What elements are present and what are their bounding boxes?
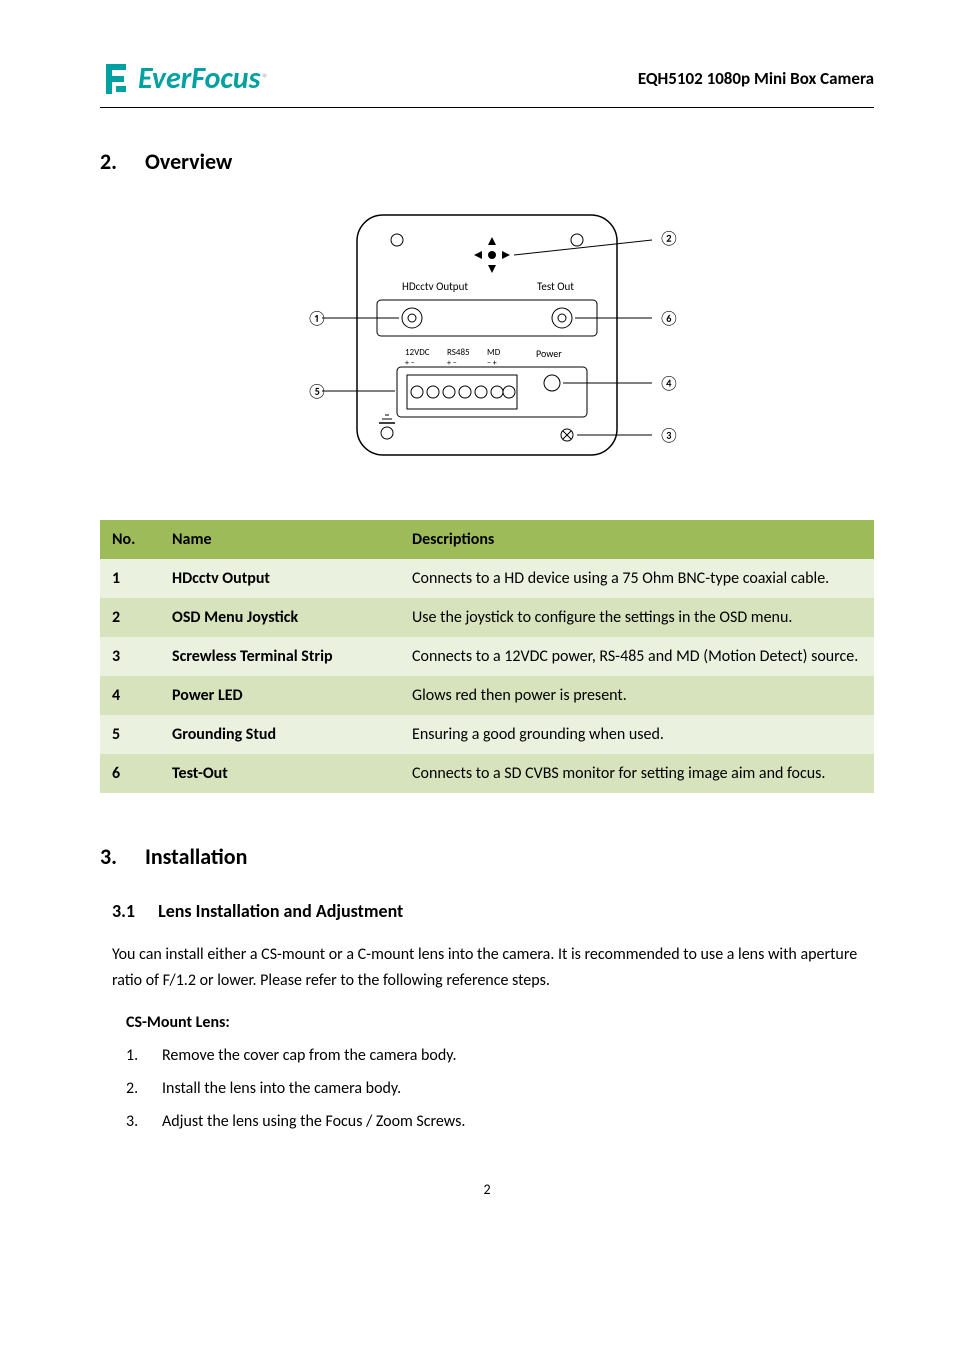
logo-text: EverFocus	[138, 60, 260, 97]
th-name: Name	[160, 520, 400, 559]
section-3-heading: 3. Installation	[100, 843, 874, 870]
section-3-title: Installation	[145, 843, 247, 870]
callout-1: ①	[307, 310, 327, 328]
page-header: EverFocus® EQH5102 1080p Mini Box Camera	[100, 60, 874, 108]
th-desc: Descriptions	[400, 520, 874, 559]
table-row: 5 Grounding Stud Ensuring a good groundi…	[100, 715, 874, 754]
list-item: 2. Install the lens into the camera body…	[126, 1079, 874, 1098]
power-label: Power	[536, 347, 562, 360]
subsection-3-1-title: Lens Installation and Adjustment	[158, 900, 403, 922]
subsection-3-1-body: You can install either a CS-mount or a C…	[112, 942, 874, 993]
section-2-number: 2.	[100, 148, 140, 175]
test-out-label: Test Out	[537, 280, 574, 293]
overview-diagram: HDcctv Output Test Out 12VDC RS485 MD Po…	[100, 205, 874, 470]
page-number: 2	[100, 1181, 874, 1198]
callout-6: ⑥	[659, 310, 679, 328]
subsection-3-1-number: 3.1	[112, 900, 154, 922]
list-item: 1. Remove the cover cap from the camera …	[126, 1046, 874, 1065]
table-row: 4 Power LED Glows red then power is pres…	[100, 676, 874, 715]
trademark-symbol: ®	[262, 72, 268, 86]
section-2-heading: 2. Overview	[100, 148, 874, 175]
hdcctv-output-label: HDcctv Output	[402, 280, 468, 293]
section-2-title: Overview	[145, 148, 232, 175]
callout-5: ⑤	[307, 383, 327, 401]
callout-3: ③	[659, 427, 679, 445]
brand-logo: EverFocus®	[100, 60, 268, 97]
table-row: 6 Test-Out Connects to a SD CVBS monitor…	[100, 754, 874, 793]
md-label: MD	[487, 347, 501, 358]
rs485-label: RS485	[447, 347, 470, 358]
twelve-vdc-label: 12VDC	[405, 347, 430, 358]
list-item: 3. Adjust the lens using the Focus / Zoo…	[126, 1112, 874, 1131]
logo-icon	[100, 62, 134, 96]
table-row: 2 OSD Menu Joystick Use the joystick to …	[100, 598, 874, 637]
rear-panel-diagram: HDcctv Output Test Out 12VDC RS485 MD Po…	[247, 205, 727, 465]
th-no: No.	[100, 520, 160, 559]
table-row: 1 HDcctv Output Connects to a HD device …	[100, 559, 874, 598]
cs-mount-label: CS-Mount Lens:	[126, 1013, 874, 1032]
parts-table: No. Name Descriptions 1 HDcctv Output Co…	[100, 520, 874, 793]
cs-mount-steps: 1. Remove the cover cap from the camera …	[126, 1046, 874, 1131]
section-3-number: 3.	[100, 843, 140, 870]
callout-4: ④	[659, 375, 679, 393]
document-title: EQH5102 1080p Mini Box Camera	[638, 68, 874, 89]
table-row: 3 Screwless Terminal Strip Connects to a…	[100, 637, 874, 676]
callout-2: ②	[659, 230, 679, 248]
subsection-3-1-heading: 3.1 Lens Installation and Adjustment	[112, 900, 874, 922]
